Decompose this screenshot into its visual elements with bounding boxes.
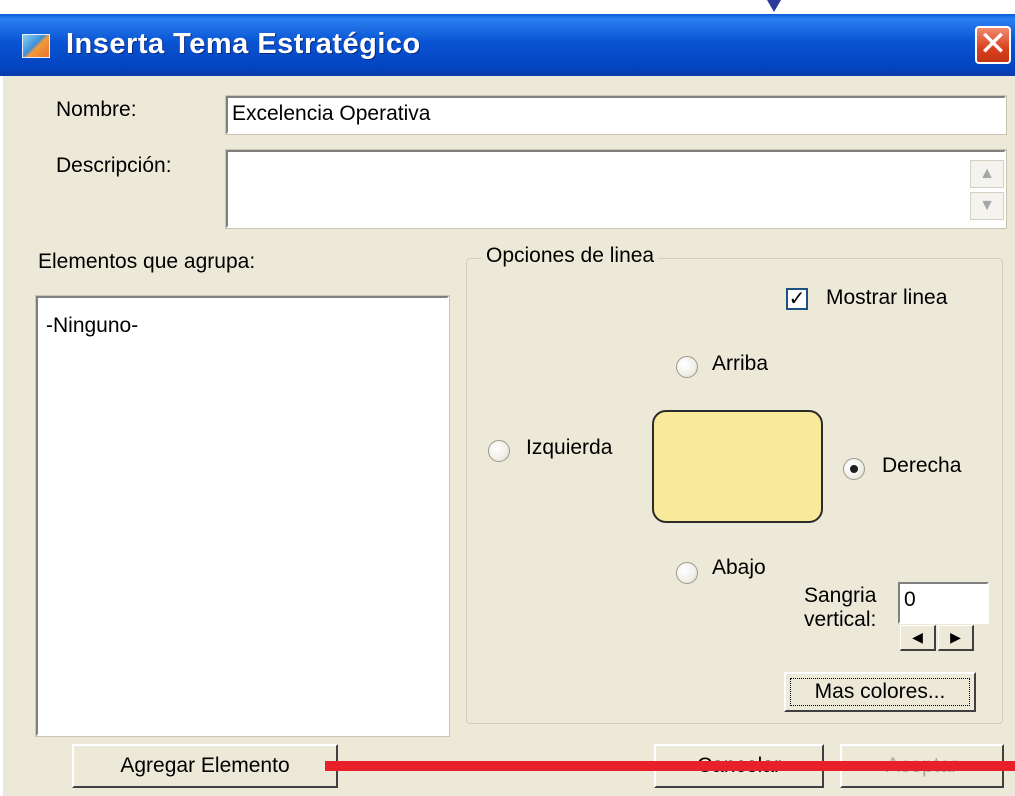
annotation-red-line <box>325 761 1015 771</box>
indent-label-1: Sangria <box>804 584 877 607</box>
spin-left-button[interactable]: ◀ <box>900 625 936 651</box>
radio-top-label[interactable]: Arriba <box>712 352 768 376</box>
line-preview-box <box>652 410 823 523</box>
radio-bottom[interactable] <box>676 562 698 584</box>
radio-left-label[interactable]: Izquierda <box>526 436 612 460</box>
window-title: Inserta Tema Estratégico <box>66 28 421 60</box>
nombre-label: Nombre: <box>56 98 137 121</box>
line-options-legend: Opciones de linea <box>482 244 659 268</box>
arrow-left-icon: ◀ <box>912 629 923 645</box>
checkmark-icon: ✓ <box>788 288 806 310</box>
radio-right[interactable] <box>843 458 865 480</box>
elements-listbox[interactable]: -Ninguno- <box>35 295 450 737</box>
dialog-window: Inserta Tema Estratégico ✕ Nombre: Excel… <box>0 0 1015 796</box>
spin-right-button[interactable]: ▶ <box>938 625 974 651</box>
show-line-label[interactable]: Mostrar linea <box>826 286 947 310</box>
indent-label-2: vertical: <box>804 608 877 631</box>
scroll-down-button[interactable]: ▼ <box>970 192 1004 220</box>
pointer-marker <box>767 0 781 12</box>
radio-top[interactable] <box>676 356 698 378</box>
scroll-up-button[interactable]: ▲ <box>970 160 1004 188</box>
more-colors-button[interactable]: Mas colores... <box>784 672 976 712</box>
list-item[interactable]: -Ninguno- <box>46 314 138 338</box>
radio-bottom-label[interactable]: Abajo <box>712 556 766 580</box>
close-button[interactable]: ✕ <box>975 26 1011 64</box>
top-strip <box>0 0 1015 14</box>
elements-label: Elementos que agrupa: <box>38 250 256 273</box>
nombre-input[interactable]: Excelencia Operativa <box>225 95 1007 135</box>
radio-left[interactable] <box>488 440 510 462</box>
frame-edge <box>0 76 3 796</box>
descripcion-textarea[interactable] <box>225 149 1007 229</box>
add-element-button[interactable]: Agregar Elemento <box>72 744 338 788</box>
arrow-right-icon: ▶ <box>950 629 961 645</box>
descripcion-label: Descripción: <box>56 154 172 177</box>
app-icon <box>22 34 50 58</box>
close-icon: ✕ <box>978 25 1008 63</box>
chevron-up-icon: ▲ <box>979 165 995 182</box>
show-line-checkbox[interactable]: ✓ <box>786 288 808 310</box>
chevron-down-icon: ▼ <box>979 197 995 214</box>
focus-rect <box>790 678 970 706</box>
radio-right-label[interactable]: Derecha <box>882 454 961 478</box>
indent-input[interactable]: 0 <box>898 582 989 624</box>
